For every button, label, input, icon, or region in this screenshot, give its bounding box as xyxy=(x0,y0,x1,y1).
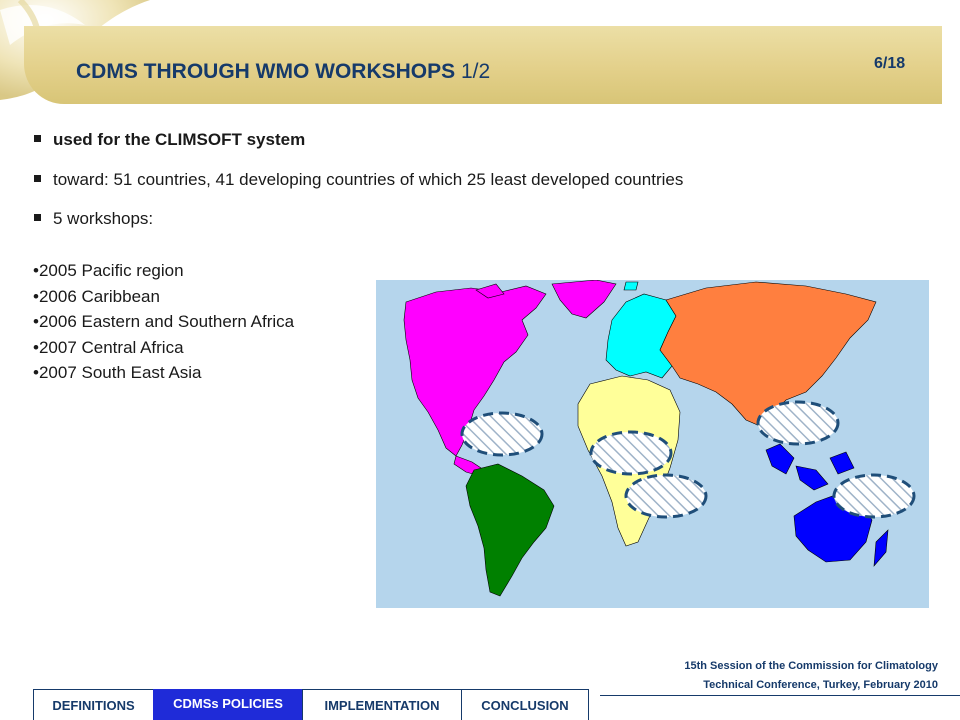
tab-cdmss-policies[interactable]: CDMSs POLICIES xyxy=(153,689,303,720)
world-map-icon xyxy=(376,280,929,608)
workshop-list: 2005 Pacific region 2006 Caribbean 2006 … xyxy=(33,258,294,386)
tab-conclusion[interactable]: CONCLUSION xyxy=(461,689,589,720)
workshop-marker-central-africa xyxy=(589,430,673,476)
bullet-text: 5 workshops: xyxy=(53,209,154,228)
bullet-item: 5 workshops: xyxy=(34,209,153,229)
bullet-item: toward: 51 countries, 41 developing coun… xyxy=(34,170,683,190)
page-number: 6/18 xyxy=(874,55,906,72)
workshop-item: 2007 South East Asia xyxy=(33,360,294,386)
title-main: CDMS THROUGH WMO WORKSHOPS xyxy=(76,60,456,83)
workshop-marker-southern-africa xyxy=(624,473,708,519)
bullet-square-icon xyxy=(34,214,41,222)
footer-divider xyxy=(600,695,960,696)
footer-session: 15th Session of the Commission for Clima… xyxy=(684,660,938,672)
title-suffix: 1/2 xyxy=(461,60,491,83)
workshop-marker-pacific xyxy=(832,473,916,519)
tab-implementation[interactable]: IMPLEMENTATION xyxy=(302,689,462,720)
europe-island xyxy=(623,281,639,291)
bullet-square-icon xyxy=(34,175,41,183)
page-title: CDMS THROUGH WMO WORKSHOPS 1/2 xyxy=(76,60,490,84)
tab-definitions[interactable]: DEFINITIONS xyxy=(33,689,154,720)
bullet-square-icon xyxy=(34,135,41,143)
world-map xyxy=(376,280,929,608)
bullet-text: used for the CLIMSOFT system xyxy=(53,130,306,149)
workshop-item: 2007 Central Africa xyxy=(33,335,294,361)
footer-conference: Technical Conference, Turkey, February 2… xyxy=(703,679,938,691)
workshop-item: 2005 Pacific region xyxy=(33,258,294,284)
bullet-item: used for the CLIMSOFT system xyxy=(34,130,305,150)
workshop-marker-south-east-asia xyxy=(756,400,840,446)
workshop-item: 2006 Eastern and Southern Africa xyxy=(33,309,294,335)
bullet-text: toward: 51 countries, 41 developing coun… xyxy=(53,170,684,189)
section-tabs: DEFINITIONS CDMSs POLICIES IMPLEMENTATIO… xyxy=(33,689,589,720)
workshop-marker-caribbean xyxy=(460,411,544,457)
workshop-item: 2006 Caribbean xyxy=(33,284,294,310)
